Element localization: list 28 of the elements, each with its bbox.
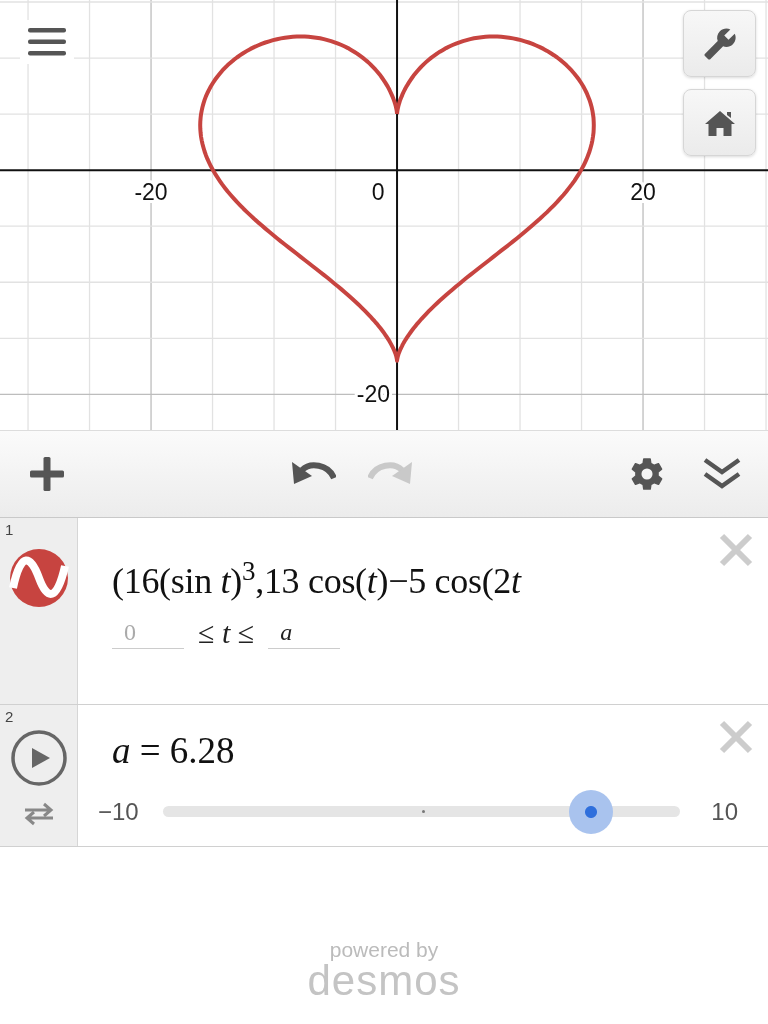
expression-formula[interactable]: a = 6.28 bbox=[112, 729, 768, 772]
zero-tick bbox=[421, 810, 425, 813]
add-button[interactable] bbox=[28, 455, 66, 493]
domain-inequality: ≤ t ≤ bbox=[198, 616, 255, 650]
axis-label: -20 bbox=[134, 179, 168, 206]
plus-icon bbox=[28, 455, 66, 493]
wrench-icon bbox=[702, 26, 737, 61]
slider-min[interactable]: −10 bbox=[98, 798, 168, 826]
axis-label: -20 bbox=[356, 381, 391, 408]
axis-label: 0 bbox=[371, 179, 385, 206]
expression-formula[interactable]: (16(sin t)$^{3}$,13 cos(t)−5 cos(2t bbox=[112, 556, 768, 602]
home-button[interactable] bbox=[683, 89, 756, 156]
slider-thumb[interactable] bbox=[568, 790, 613, 834]
axis-label: 20 bbox=[630, 179, 656, 206]
expression-number: 1 bbox=[5, 521, 14, 538]
domain-min-field[interactable]: 0 bbox=[112, 617, 184, 649]
menu-icon bbox=[28, 28, 66, 56]
slider-max[interactable]: 10 bbox=[680, 798, 738, 826]
home-icon bbox=[703, 108, 736, 137]
close-icon bbox=[718, 719, 754, 755]
close-icon bbox=[718, 532, 754, 568]
domain-max-field[interactable]: a bbox=[268, 617, 341, 649]
play-icon bbox=[9, 729, 68, 787]
powered-by-text: powered by bbox=[329, 939, 439, 960]
expression-number: 2 bbox=[5, 708, 14, 725]
settings-button[interactable] bbox=[683, 10, 756, 77]
play-button[interactable] bbox=[9, 729, 68, 787]
graph-canvas[interactable]: -20 0 20 -20 bbox=[0, 0, 768, 430]
